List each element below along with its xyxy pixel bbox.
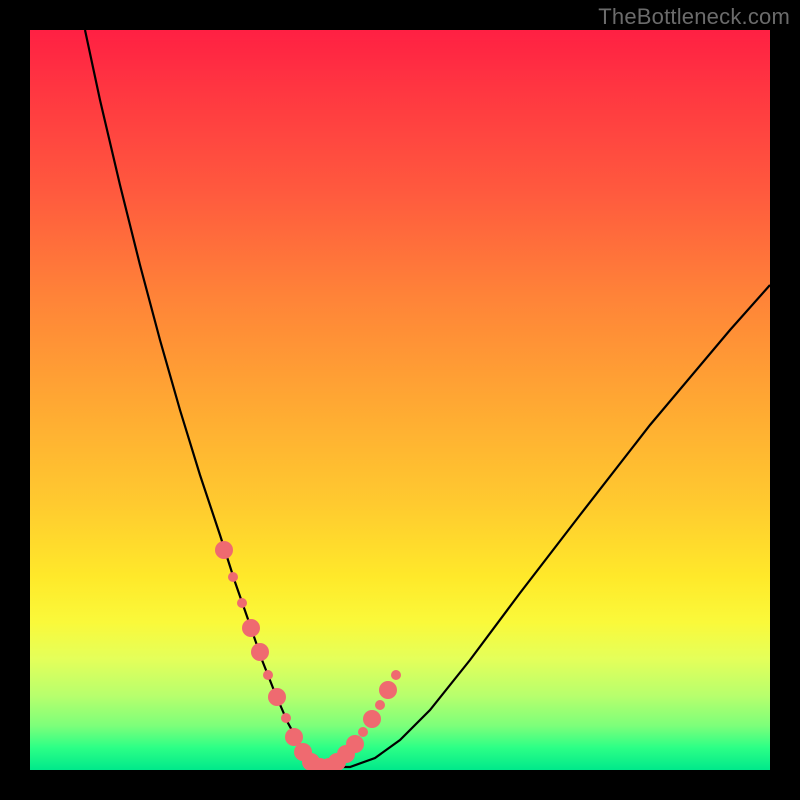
bottleneck-curve [85,30,770,767]
chart-svg [30,30,770,770]
sample-dot [285,728,303,746]
sample-dot [268,688,286,706]
sample-dot [228,572,238,582]
sample-dot [346,735,364,753]
sample-dot [358,727,368,737]
sample-dot [263,670,273,680]
sample-dot [237,598,247,608]
sample-dot [215,541,233,559]
sample-dot [363,710,381,728]
watermark-text: TheBottleneck.com [598,4,790,30]
sample-dot [242,619,260,637]
chart-frame: TheBottleneck.com [0,0,800,800]
sample-dot [281,713,291,723]
sample-dots [215,541,401,770]
sample-dot [379,681,397,699]
plot-area [30,30,770,770]
sample-dot [375,700,385,710]
sample-dot [391,670,401,680]
sample-dot [251,643,269,661]
